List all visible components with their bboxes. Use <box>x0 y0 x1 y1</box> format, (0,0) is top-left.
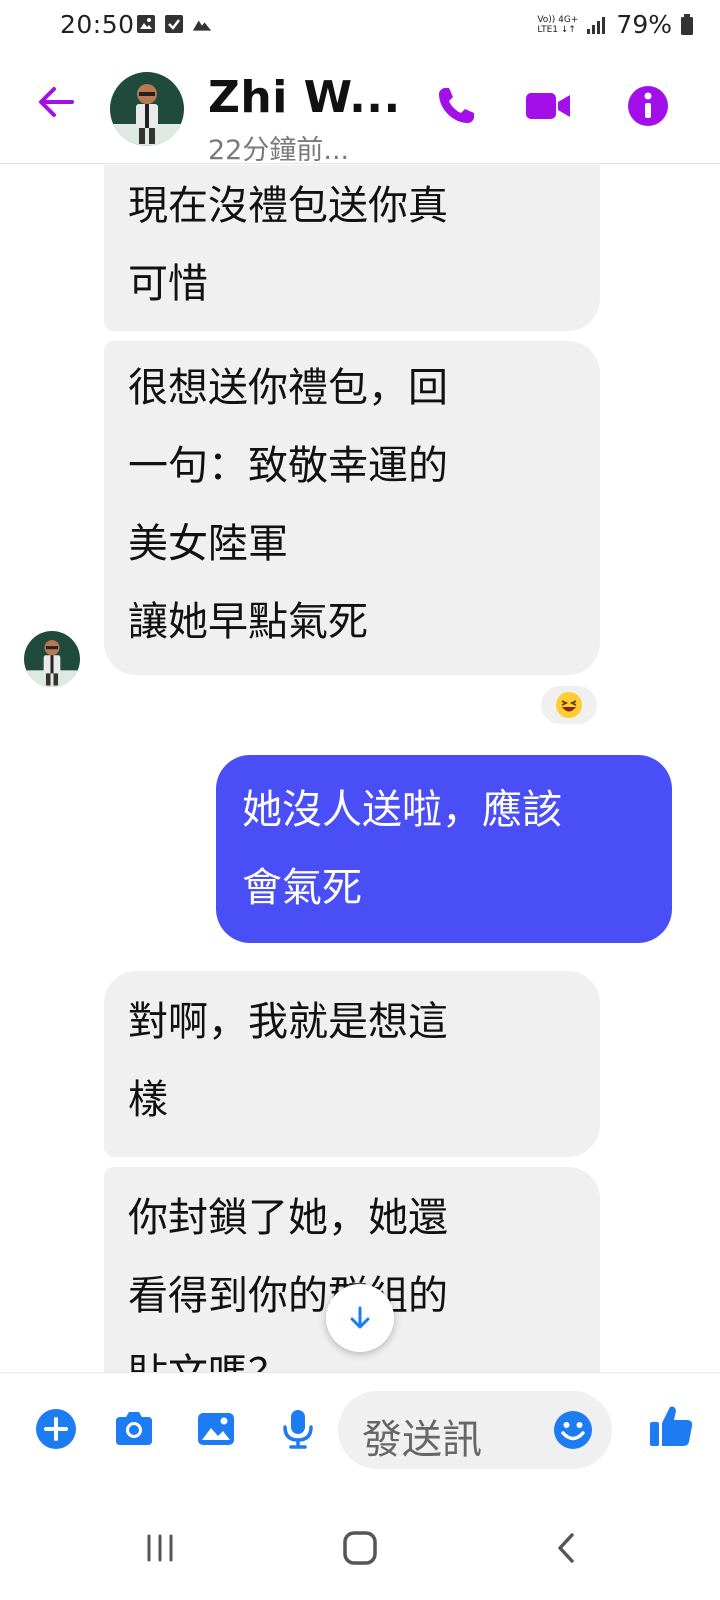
contact-name[interactable]: Zhi W... <box>208 72 401 123</box>
message-reaction[interactable] <box>538 683 600 727</box>
phone-call-icon[interactable] <box>432 82 480 130</box>
message-text: 很想送你禮包，回 一句：致敬幸運的 美女陸軍 讓她早點氣死 <box>128 365 448 645</box>
contact-avatar[interactable] <box>110 72 184 146</box>
info-icon[interactable] <box>624 82 672 130</box>
system-navigation-bar <box>0 1490 720 1600</box>
battery-icon <box>681 13 693 35</box>
message-bubble-incoming[interactable]: 現在沒禮包送你真 可惜 <box>104 165 600 331</box>
message-text: 她沒人送啦，應該 會氣死 <box>242 787 562 911</box>
network-indicator: Vo)) 4G+ LTE1 ↓↑ <box>537 14 579 35</box>
gallery-icon[interactable] <box>194 1407 238 1451</box>
plus-icon[interactable] <box>34 1407 78 1451</box>
message-list[interactable]: 現在沒禮包送你真 可惜 很想送你禮包，回 一句：致敬幸運的 美女陸軍 讓她早點氣… <box>0 165 720 1372</box>
microphone-icon[interactable] <box>276 1407 320 1451</box>
message-input[interactable]: 發送訊 <box>338 1391 612 1469</box>
back-nav-icon[interactable] <box>548 1528 588 1568</box>
laughing-emoji-icon <box>556 692 582 718</box>
status-time: 20:50 <box>60 10 135 39</box>
arrow-down-icon <box>350 1306 370 1329</box>
message-composer: 發送訊 <box>0 1372 720 1490</box>
avatar-image <box>110 72 184 146</box>
message-text: 你封鎖了她，她還 看得到你的群組的 貼文嗎？ <box>128 1195 448 1372</box>
sender-avatar[interactable] <box>24 631 80 687</box>
last-active-status: 22分鐘前... <box>208 135 350 166</box>
camera-icon[interactable] <box>112 1407 156 1451</box>
home-icon[interactable] <box>340 1528 380 1568</box>
message-bubble-incoming[interactable]: 很想送你禮包，回 一句：致敬幸運的 美女陸軍 讓她早點氣死 <box>104 341 600 675</box>
message-text: 現在沒禮包送你真 可惜 <box>128 183 448 307</box>
status-right: Vo)) 4G+ LTE1 ↓↑ 79% <box>537 10 694 39</box>
signal-icon <box>587 16 606 34</box>
conversation-header: Zhi W... 22分鐘前... <box>0 52 720 166</box>
back-arrow-icon[interactable] <box>36 82 76 122</box>
battery-percent: 79% <box>616 10 672 39</box>
check-notification-icon <box>165 15 183 33</box>
scroll-to-bottom-button[interactable] <box>326 1284 394 1352</box>
message-text: 對啊，我就是想這 樣 <box>128 999 448 1123</box>
status-notification-icons <box>136 14 212 34</box>
recent-apps-icon[interactable] <box>140 1528 180 1568</box>
status-bar: 20:50 Vo)) 4G+ LTE1 ↓↑ 79% <box>0 0 720 52</box>
mountain-notification-icon <box>192 20 212 31</box>
message-bubble-incoming[interactable]: 對啊，我就是想這 樣 <box>104 971 600 1157</box>
message-input-placeholder: 發送訊 <box>362 1417 482 1463</box>
avatar-image <box>24 631 80 687</box>
message-bubble-outgoing[interactable]: 她沒人送啦，應該 會氣死 <box>216 755 672 943</box>
emoji-icon[interactable] <box>552 1409 594 1451</box>
thumbs-up-icon[interactable] <box>648 1403 694 1449</box>
video-call-icon[interactable] <box>524 82 572 130</box>
image-notification-icon <box>137 15 155 33</box>
